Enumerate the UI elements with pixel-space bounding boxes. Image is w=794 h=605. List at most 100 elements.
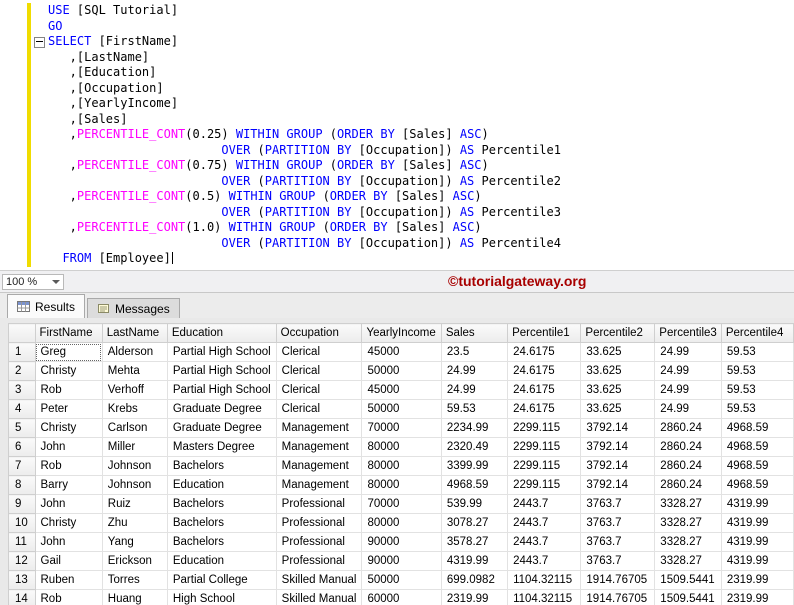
grid-cell[interactable]: Partial High School <box>166 342 277 362</box>
grid-cell[interactable]: Clerical <box>275 342 363 362</box>
grid-cell[interactable]: 24.99 <box>654 342 722 362</box>
grid-cell[interactable]: 539.99 <box>440 494 509 514</box>
grid-cell[interactable]: 2443.7 <box>507 513 582 533</box>
grid-cell[interactable]: Management <box>275 437 363 457</box>
grid-cell[interactable]: 2319.99 <box>440 589 509 605</box>
grid-cell[interactable]: 1914.76705 <box>580 570 656 590</box>
grid-cell[interactable]: 24.99 <box>654 380 722 400</box>
grid-cell[interactable]: 4319.99 <box>720 551 794 571</box>
grid-cell[interactable]: High School <box>166 589 277 605</box>
grid-cell[interactable]: 2320.49 <box>440 437 509 457</box>
grid-cell[interactable]: Carlson <box>101 418 168 438</box>
grid-cell[interactable]: John <box>34 494 103 514</box>
code-line[interactable]: GO <box>48 19 561 35</box>
grid-cell[interactable]: 1104.32115 <box>507 589 582 605</box>
row-header[interactable]: 14 <box>8 589 36 605</box>
grid-cell[interactable]: 3763.7 <box>580 513 656 533</box>
row-header[interactable]: 1 <box>8 342 36 362</box>
code-line[interactable]: ,[Sales] <box>48 112 561 128</box>
grid-cell[interactable]: Alderson <box>101 342 168 362</box>
grid-cell[interactable]: 3328.27 <box>654 513 722 533</box>
grid-cell[interactable]: Skilled Manual <box>275 570 363 590</box>
grid-cell[interactable]: 59.53 <box>720 361 794 381</box>
code-line[interactable]: OVER (PARTITION BY [Occupation]) AS Perc… <box>48 143 561 159</box>
column-header[interactable]: Percentile3 <box>654 323 722 343</box>
grid-cell[interactable]: 3578.27 <box>440 532 509 552</box>
grid-cell[interactable]: 1104.32115 <box>507 570 582 590</box>
grid-cell[interactable]: Christy <box>34 513 103 533</box>
grid-cell[interactable]: John <box>34 437 103 457</box>
column-header[interactable]: FirstName <box>34 323 103 343</box>
grid-cell[interactable]: Gail <box>34 551 103 571</box>
grid-cell[interactable]: Bachelors <box>166 532 277 552</box>
grid-cell[interactable]: 45000 <box>361 342 442 362</box>
grid-cell[interactable]: 24.6175 <box>507 399 582 419</box>
row-header[interactable]: 7 <box>8 456 36 476</box>
code-line[interactable]: FROM [Employee] <box>48 251 561 267</box>
tab-messages[interactable]: Messages <box>87 298 180 318</box>
grid-cell[interactable]: 33.625 <box>580 399 656 419</box>
grid-cell[interactable]: 2860.24 <box>654 437 722 457</box>
grid-cell[interactable]: 80000 <box>361 513 442 533</box>
grid-cell[interactable]: Masters Degree <box>166 437 277 457</box>
grid-cell[interactable]: 2443.7 <box>507 551 582 571</box>
row-header[interactable]: 11 <box>8 532 36 552</box>
code-line[interactable]: ,PERCENTILE_CONT(0.5) WITHIN GROUP (ORDE… <box>48 189 561 205</box>
grid-cell[interactable]: 3763.7 <box>580 532 656 552</box>
column-header[interactable]: Sales <box>440 323 509 343</box>
grid-cell[interactable]: 50000 <box>361 570 442 590</box>
grid-cell[interactable]: 2299.115 <box>507 418 582 438</box>
grid-cell[interactable]: 3328.27 <box>654 551 722 571</box>
grid-cell[interactable]: 4319.99 <box>720 532 794 552</box>
grid-cell[interactable]: Johnson <box>101 456 168 476</box>
code-line[interactable]: ,PERCENTILE_CONT(0.75) WITHIN GROUP (ORD… <box>48 158 561 174</box>
grid-cell[interactable]: 2443.7 <box>507 494 582 514</box>
grid-cell[interactable]: Barry <box>34 475 103 495</box>
grid-cell[interactable]: 1509.5441 <box>654 570 722 590</box>
grid-cell[interactable]: 3328.27 <box>654 494 722 514</box>
grid-cell[interactable]: Clerical <box>275 361 363 381</box>
grid-cell[interactable]: Management <box>275 418 363 438</box>
grid-cell[interactable]: 2860.24 <box>654 475 722 495</box>
grid-cell[interactable]: 24.99 <box>654 399 722 419</box>
row-header[interactable]: 13 <box>8 570 36 590</box>
grid-cell[interactable]: 24.99 <box>440 380 509 400</box>
grid-cell[interactable]: Graduate Degree <box>166 418 277 438</box>
grid-cell[interactable]: Professional <box>275 551 363 571</box>
grid-cell[interactable]: Education <box>166 475 277 495</box>
grid-cell[interactable]: Verhoff <box>101 380 168 400</box>
grid-cell[interactable]: 59.53 <box>720 342 794 362</box>
grid-cell[interactable]: 3792.14 <box>580 456 656 476</box>
column-header[interactable]: Education <box>166 323 277 343</box>
column-header[interactable]: Occupation <box>275 323 363 343</box>
grid-cell[interactable]: 90000 <box>361 532 442 552</box>
column-header[interactable]: YearlyIncome <box>361 323 442 343</box>
grid-cell[interactable]: 24.99 <box>654 361 722 381</box>
column-header[interactable]: Percentile2 <box>580 323 656 343</box>
select-all-corner[interactable] <box>8 323 36 343</box>
grid-cell[interactable]: 70000 <box>361 418 442 438</box>
row-header[interactable]: 12 <box>8 551 36 571</box>
grid-cell[interactable]: Miller <box>101 437 168 457</box>
grid-cell[interactable]: 50000 <box>361 361 442 381</box>
grid-cell[interactable]: 90000 <box>361 551 442 571</box>
grid-cell[interactable]: Professional <box>275 532 363 552</box>
grid-cell[interactable]: 1914.76705 <box>580 589 656 605</box>
row-header[interactable]: 10 <box>8 513 36 533</box>
grid-cell[interactable]: 1509.5441 <box>654 589 722 605</box>
grid-cell[interactable]: Zhu <box>101 513 168 533</box>
grid-cell[interactable]: 23.5 <box>440 342 509 362</box>
grid-cell[interactable]: Rob <box>34 380 103 400</box>
grid-cell[interactable]: Greg <box>34 342 103 362</box>
grid-cell[interactable]: 70000 <box>361 494 442 514</box>
code-line[interactable]: OVER (PARTITION BY [Occupation]) AS Perc… <box>48 236 561 252</box>
grid-cell[interactable]: 2299.115 <box>507 456 582 476</box>
code-line[interactable]: OVER (PARTITION BY [Occupation]) AS Perc… <box>48 174 561 190</box>
code-line[interactable]: ,[YearlyIncome] <box>48 96 561 112</box>
row-header[interactable]: 4 <box>8 399 36 419</box>
grid-cell[interactable]: Rob <box>34 589 103 605</box>
grid-cell[interactable]: 4319.99 <box>720 513 794 533</box>
row-header[interactable]: 6 <box>8 437 36 457</box>
grid-cell[interactable]: 4319.99 <box>720 494 794 514</box>
code-line[interactable]: ,[Occupation] <box>48 81 561 97</box>
